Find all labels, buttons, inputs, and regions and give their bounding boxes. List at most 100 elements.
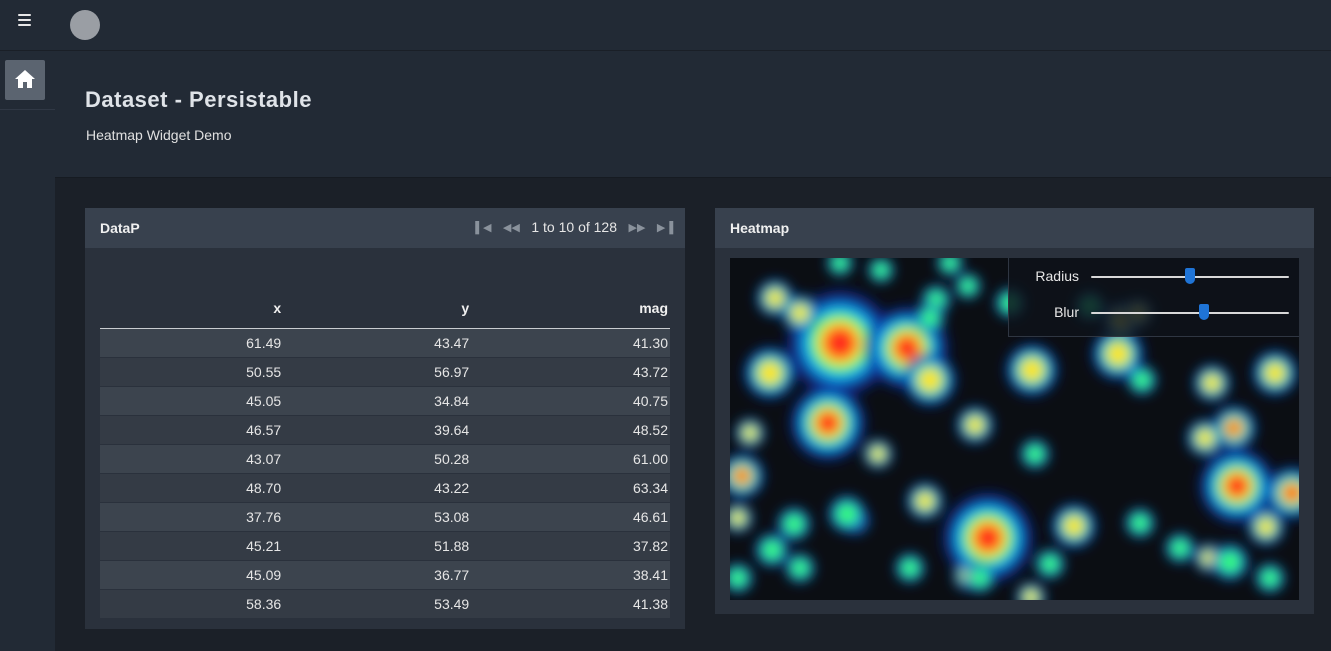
heat-spot: [1026, 445, 1044, 463]
heatmap-panel-header: Heatmap: [715, 208, 1314, 248]
table-row[interactable]: 50.55 56.97 43.72: [100, 357, 670, 387]
heat-spot: [1197, 430, 1213, 446]
cell-x: 45.21: [100, 531, 284, 561]
home-icon: [15, 70, 35, 88]
blur-slider[interactable]: [1091, 304, 1289, 320]
hamburger-icon[interactable]: [18, 14, 31, 28]
previous-page-icon[interactable]: ◀◀: [499, 216, 523, 238]
data-panel-header: DataP ▌◀ ◀◀ 1 to 10 of 128 ▶▶ ▶▐: [85, 208, 685, 248]
table-row[interactable]: 43.07 50.28 61.00: [100, 444, 670, 474]
table-row[interactable]: 45.05 34.84 40.75: [100, 386, 670, 416]
heat-spot: [1171, 539, 1189, 557]
cell-x: 45.05: [100, 386, 284, 416]
cell-mag: 63.34: [471, 473, 670, 503]
heat-spot: [971, 569, 989, 587]
data-panel-title: DataP: [100, 220, 140, 236]
pagination-status: 1 to 10 of 128: [531, 219, 617, 235]
table-row[interactable]: 45.09 36.77 38.41: [100, 560, 670, 590]
heat-spot: [921, 309, 939, 327]
heat-spot: [873, 262, 889, 278]
cell-y: 43.47: [283, 328, 472, 358]
cell-mag: 37.82: [471, 531, 670, 561]
cell-y: 51.88: [283, 531, 472, 561]
heat-spot: [917, 493, 933, 509]
heat-spot: [1258, 519, 1274, 535]
table-row[interactable]: 61.49 43.47 41.30: [100, 328, 670, 358]
cell-y: 50.28: [283, 444, 472, 474]
column-header-y[interactable]: y: [283, 288, 472, 329]
sidebar-divider: [0, 109, 55, 110]
heat-spot: [758, 361, 782, 385]
heat-spot: [901, 559, 919, 577]
heat-spot: [1133, 371, 1151, 389]
heat-spot: [871, 447, 885, 461]
next-page-icon[interactable]: ▶▶: [625, 216, 649, 238]
cell-y: 43.22: [283, 473, 472, 503]
cell-mag: 43.72: [471, 357, 670, 387]
cell-y: 36.77: [283, 560, 472, 590]
heatmap-panel: Heatmap Radius Blur: [715, 208, 1314, 614]
sidebar-item-home[interactable]: [5, 60, 45, 100]
heat-spot: [1131, 514, 1149, 532]
cell-y: 56.97: [283, 357, 472, 387]
heat-spot: [967, 417, 983, 433]
cell-x: 61.49: [100, 328, 284, 358]
heat-spot: [1285, 486, 1299, 500]
heat-spot: [977, 527, 999, 549]
heat-spot: [762, 540, 782, 560]
heat-spot: [1020, 358, 1044, 382]
cell-mag: 38.41: [471, 560, 670, 590]
cell-x: 58.36: [100, 589, 284, 618]
cell-mag: 41.30: [471, 328, 670, 358]
user-avatar[interactable]: [70, 10, 100, 40]
column-header-x[interactable]: x: [100, 288, 284, 329]
heat-spot: [767, 290, 783, 306]
radius-slider-thumb[interactable]: [1185, 268, 1195, 284]
table-row[interactable]: 37.76 53.08 46.61: [100, 502, 670, 532]
heat-spot: [1261, 569, 1279, 587]
cell-x: 43.07: [100, 444, 284, 474]
heat-spot: [960, 278, 976, 294]
cell-mag: 48.52: [471, 415, 670, 445]
blur-control: Blur: [1009, 298, 1299, 328]
first-page-icon[interactable]: ▌◀: [471, 216, 495, 238]
heat-spot: [792, 305, 808, 321]
cell-x: 45.09: [100, 560, 284, 590]
table-row[interactable]: 46.57 39.64 48.52: [100, 415, 670, 445]
cell-y: 53.49: [283, 589, 472, 618]
table-row[interactable]: 48.70 43.22 63.34: [100, 473, 670, 503]
column-header-mag[interactable]: mag: [471, 288, 670, 329]
cell-x: 37.76: [100, 502, 284, 532]
page-title: Dataset - Persistable: [85, 87, 312, 112]
page-header: Dataset - Persistable Heatmap Widget Dem…: [55, 51, 1331, 178]
heat-spot: [1265, 363, 1285, 383]
cell-x: 48.70: [100, 473, 284, 503]
heat-spot: [731, 511, 745, 525]
radius-slider[interactable]: [1091, 268, 1289, 284]
data-table: x y mag 61.49 43.47 41.30 50.55 56.97 43.72 …: [100, 288, 670, 618]
heat-spot: [791, 559, 809, 577]
cell-mag: 41.38: [471, 589, 670, 618]
table-row[interactable]: 45.21 51.88 37.82: [100, 531, 670, 561]
heat-spot: [1204, 375, 1220, 391]
sidebar: [0, 51, 55, 651]
cell-mag: 61.00: [471, 444, 670, 474]
last-page-icon[interactable]: ▶▐: [653, 216, 677, 238]
data-panel: DataP ▌◀ ◀◀ 1 to 10 of 128 ▶▶ ▶▐ x y mag…: [85, 208, 685, 629]
table-row[interactable]: 58.36 53.49 41.38: [100, 589, 670, 618]
heat-spot: [743, 426, 757, 440]
cell-mag: 40.75: [471, 386, 670, 416]
heat-spot: [1106, 342, 1130, 366]
heatmap-controls: Radius Blur: [1008, 258, 1299, 337]
pagination: ▌◀ ◀◀ 1 to 10 of 128 ▶▶ ▶▐: [469, 216, 679, 238]
cell-y: 34.84: [283, 386, 472, 416]
heatmap-panel-title: Heatmap: [730, 220, 790, 236]
heat-spot: [1228, 477, 1246, 495]
cell-x: 50.55: [100, 357, 284, 387]
heatmap-canvas[interactable]: Radius Blur: [730, 258, 1299, 600]
blur-slider-thumb[interactable]: [1198, 304, 1209, 320]
heat-spot: [1064, 516, 1084, 536]
heat-spot: [1228, 422, 1240, 434]
cell-y: 53.08: [283, 502, 472, 532]
top-bar: [0, 0, 1331, 51]
